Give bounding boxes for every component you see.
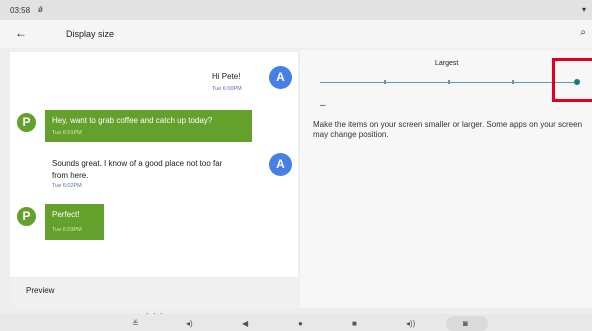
chat-bubble-green: Hey, want to grab coffee and catch up to… <box>45 110 252 142</box>
slider-tick[interactable] <box>512 80 514 84</box>
back-arrow-icon[interactable]: ← <box>15 26 27 40</box>
recents-icon[interactable]: ■ <box>352 319 357 328</box>
back-icon[interactable]: ◀ <box>242 319 248 328</box>
message-perfect: Perfect! <box>52 210 80 219</box>
wifi-icon: ▾ <box>581 5 586 14</box>
avatar-a: A <box>269 66 292 89</box>
message-time: Tue 6:02PM <box>52 183 82 189</box>
chat-bubble-green: Perfect! Tue 6:03PM <box>45 204 104 240</box>
volume-down-icon[interactable]: ◂) <box>186 319 193 328</box>
navigation-bar: ≚ ◂) ◀ ● ■ ◂)) ◙ <box>0 314 592 331</box>
slider-value-label: Largest <box>435 60 459 67</box>
avatar-a: A <box>269 153 292 176</box>
volume-up-icon[interactable]: ◂)) <box>406 319 415 328</box>
page-title: Display size <box>66 29 115 39</box>
highlight-box <box>552 58 592 102</box>
message-sounds-great-line2: from here. <box>52 171 89 180</box>
preview-label-bar: Preview <box>10 278 298 308</box>
app-bar: ← Display size ⌕ <box>0 20 592 48</box>
message-coffee: Hey, want to grab coffee and catch up to… <box>52 116 213 125</box>
preview-card: Hi Pete! Tue 6:00PM A P Hey, want to gra… <box>10 52 298 277</box>
camera-icon[interactable]: ◙ <box>463 319 468 328</box>
preview-label: Preview <box>26 286 55 295</box>
display-size-panel: Largest – Make the items on your screen … <box>300 50 592 308</box>
sync-icon: ǿ <box>38 5 43 14</box>
message-time: Tue 6:00PM <box>212 86 242 92</box>
status-bar: 03:58 ǿ ▾ <box>0 0 592 20</box>
slider-tick[interactable] <box>384 80 386 84</box>
message-sounds-great-line1: Sounds great. I know of a good place not… <box>52 159 223 168</box>
decrease-size-icon[interactable]: – <box>320 100 326 111</box>
status-time: 03:58 <box>10 6 31 15</box>
search-icon[interactable]: ⌕ <box>580 27 586 38</box>
collapse-icon[interactable]: ≚ <box>132 319 139 328</box>
home-icon[interactable]: ● <box>298 319 303 328</box>
message-time: Tue 6:03PM <box>52 227 82 233</box>
message-time: Tue 6:01PM <box>52 130 82 136</box>
display-size-description: Make the items on your screen smaller or… <box>313 120 583 139</box>
slider-tick[interactable] <box>448 80 450 84</box>
message-hi-pete: Hi Pete! <box>212 72 241 81</box>
avatar-p: P <box>15 111 38 134</box>
avatar-p: P <box>15 205 38 228</box>
